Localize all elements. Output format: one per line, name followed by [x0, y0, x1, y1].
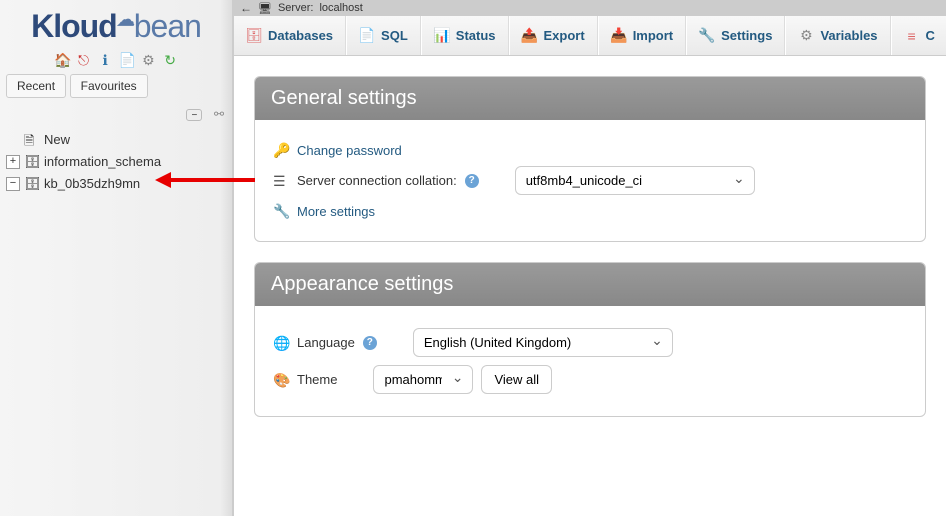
- tab-favourites[interactable]: Favourites: [70, 74, 148, 98]
- reload-icon[interactable]: ↻: [162, 52, 178, 68]
- main-tabs: 🗄 Databases 📄 SQL 📊 Status 📤 Export 📥 Im…: [234, 16, 946, 56]
- tree-item-kb-db[interactable]: − 🗄 kb_0b35dzh9mn: [4, 173, 228, 195]
- tree-label: New: [44, 132, 70, 147]
- content: General settings 🔑 Change password ☰ Ser…: [234, 56, 946, 457]
- tab-settings[interactable]: 🔧 Settings: [686, 16, 785, 55]
- theme-select[interactable]: pmahomme: [373, 365, 473, 394]
- language-select[interactable]: English (United Kingdom): [413, 328, 673, 357]
- link-icon[interactable]: ⚯: [208, 107, 224, 119]
- more-settings-row: 🔧 More settings: [273, 203, 907, 219]
- breadcrumb: ← 🖥 Server: localhost: [234, 0, 946, 16]
- change-password-link[interactable]: Change password: [297, 143, 402, 158]
- database-icon: 🗄: [24, 154, 40, 170]
- cloud-icon: ☁: [117, 9, 134, 29]
- panel-body: 🔑 Change password ☰ Server connection co…: [255, 120, 925, 241]
- tab-label: Databases: [268, 28, 333, 43]
- home-icon[interactable]: 🏠: [54, 52, 70, 68]
- collapse-icon[interactable]: −: [186, 109, 202, 121]
- language-row: 🌐 Language ? English (United Kingdom): [273, 328, 907, 357]
- tab-label: Settings: [721, 28, 772, 43]
- help-icon[interactable]: ?: [363, 336, 377, 350]
- tab-label: C: [926, 28, 935, 43]
- sidebar: Kloud☁bean 🏠 ⎋ ℹ 📄 ⚙ ↻ Recent Favourites…: [0, 0, 232, 516]
- docs-icon[interactable]: ℹ: [97, 52, 113, 68]
- sidebar-toolbar: 🏠 ⎋ ℹ 📄 ⚙ ↻: [0, 51, 232, 68]
- charset-icon: ≡: [904, 28, 920, 44]
- new-db-icon: 🗎: [24, 132, 40, 148]
- collation-row: ☰ Server connection collation: ? utf8mb4…: [273, 166, 907, 195]
- export-icon: 📤: [522, 28, 538, 44]
- server-icon: 🖥: [258, 2, 272, 15]
- import-icon: 📥: [611, 28, 627, 44]
- breadcrumb-server-value[interactable]: localhost: [319, 2, 362, 14]
- collation-label: Server connection collation:: [297, 173, 457, 188]
- databases-icon: 🗄: [246, 28, 262, 44]
- tree-label: kb_0b35dzh9mn: [44, 176, 140, 191]
- tab-label: Export: [544, 28, 585, 43]
- panel-title: Appearance settings: [255, 263, 925, 306]
- theme-label: Theme: [297, 372, 337, 387]
- tree-toggle-expand[interactable]: +: [6, 155, 20, 169]
- globe-icon: 🌐: [273, 335, 289, 351]
- nav-back-icon[interactable]: ←: [240, 1, 252, 15]
- tree-item-information-schema[interactable]: + 🗄 information_schema: [4, 151, 228, 173]
- tab-databases[interactable]: 🗄 Databases: [234, 16, 346, 55]
- logo-brand2: bean: [134, 8, 201, 44]
- language-label: Language: [297, 335, 355, 350]
- tree-tabs: Recent Favourites: [6, 74, 226, 98]
- tab-more[interactable]: ≡ C: [891, 16, 946, 55]
- breadcrumb-server-label: Server:: [278, 2, 313, 14]
- tab-export[interactable]: 📤 Export: [509, 16, 598, 55]
- main-area: ← 🖥 Server: localhost 🗄 Databases 📄 SQL …: [234, 0, 946, 516]
- palette-icon: 🎨: [273, 372, 289, 388]
- view-all-button[interactable]: View all: [481, 365, 552, 394]
- tree-collapse-row: − ⚯: [0, 102, 232, 125]
- tab-label: Import: [633, 28, 673, 43]
- wrench-icon: 🔧: [273, 203, 289, 219]
- logo-brand1: Kloud: [31, 8, 117, 44]
- logo: Kloud☁bean: [0, 8, 232, 45]
- tab-label: SQL: [381, 28, 408, 43]
- general-settings-panel: General settings 🔑 Change password ☰ Ser…: [254, 76, 926, 242]
- tree-item-new[interactable]: 🗎 New: [4, 129, 228, 151]
- key-icon: 🔑: [273, 142, 289, 158]
- panel-title: General settings: [255, 77, 925, 120]
- wrench-icon: 🔧: [699, 28, 715, 44]
- tree-toggle-collapse[interactable]: −: [6, 177, 20, 191]
- tree-label: information_schema: [44, 154, 161, 169]
- status-icon: 📊: [434, 28, 450, 44]
- gear-icon[interactable]: ⚙: [140, 52, 156, 68]
- sql-icon: 📄: [359, 28, 375, 44]
- more-settings-link[interactable]: More settings: [297, 204, 375, 219]
- database-icon: 🗄: [24, 176, 40, 192]
- change-password-row: 🔑 Change password: [273, 142, 907, 158]
- logout-icon[interactable]: ⎋: [76, 52, 92, 68]
- db-tree: 🗎 New + 🗄 information_schema − 🗄 kb_0b35…: [4, 129, 228, 195]
- tab-label: Status: [456, 28, 496, 43]
- panel-body: 🌐 Language ? English (United Kingdom) 🎨 …: [255, 306, 925, 416]
- sql-icon[interactable]: 📄: [119, 52, 135, 68]
- help-icon[interactable]: ?: [465, 174, 479, 188]
- tab-label: Variables: [820, 28, 877, 43]
- tab-variables[interactable]: ⚙ Variables: [785, 16, 890, 55]
- theme-row: 🎨 Theme pmahomme View all: [273, 365, 907, 394]
- collation-select[interactable]: utf8mb4_unicode_ci: [515, 166, 755, 195]
- appearance-settings-panel: Appearance settings 🌐 Language ? English…: [254, 262, 926, 417]
- list-icon: ☰: [273, 173, 289, 189]
- tab-sql[interactable]: 📄 SQL: [346, 16, 421, 55]
- tab-import[interactable]: 📥 Import: [598, 16, 686, 55]
- tab-status[interactable]: 📊 Status: [421, 16, 509, 55]
- variables-icon: ⚙: [798, 28, 814, 44]
- tab-recent[interactable]: Recent: [6, 74, 66, 98]
